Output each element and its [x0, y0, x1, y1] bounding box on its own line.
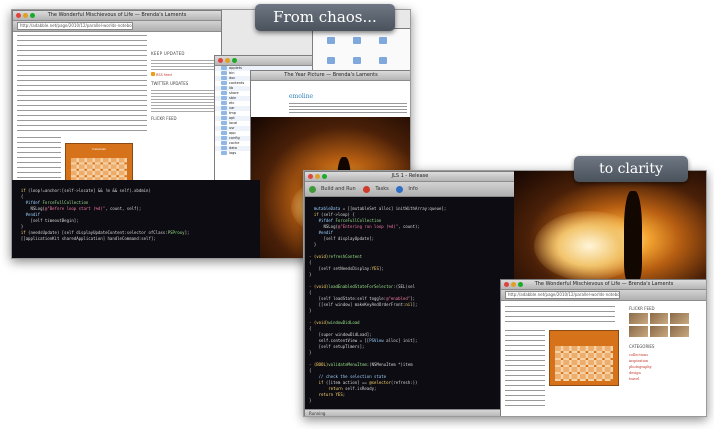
folder-icon [221, 101, 227, 105]
clarity-label: to clarity [574, 156, 688, 182]
folder-icon [221, 131, 227, 135]
xcode-titlebar: JLS 1 - Release [305, 172, 515, 182]
folder-icon [221, 121, 227, 125]
tasks-label[interactable]: Tasks [375, 186, 388, 192]
flickr-thumbnail[interactable] [670, 326, 689, 337]
flickr-thumbnail[interactable] [649, 313, 669, 324]
blog-browser-window-after: The Wonderful Mischievous of Life — Bren… [500, 279, 706, 416]
code-editor-after: mutableData = [[mutableSet alloc] initWi… [305, 198, 515, 414]
sidebar-text-2 [151, 88, 217, 112]
folder-icon [221, 146, 227, 150]
category-links: collections inspiration photography desi… [629, 352, 652, 382]
after-article-text-2 [505, 328, 545, 408]
after-calendar-image [549, 330, 619, 386]
sidebar-heading-flickr: FLICKR FEED [151, 116, 177, 121]
category-link[interactable]: travel [629, 376, 652, 382]
after-window-controls[interactable] [504, 282, 525, 289]
blog-article-text [17, 33, 147, 133]
xcode-statusbar: Running [305, 409, 515, 416]
info-label[interactable]: Info [408, 186, 417, 192]
after-sidebar: FLICKR FEED CATEGORIES collections inspi… [629, 306, 703, 414]
photo-site-text [289, 101, 407, 115]
build-run-label[interactable]: Build and Run [321, 186, 356, 192]
xcode-title: JLS 1 - Release [391, 173, 429, 179]
sidebar-heading-keep-updated: KEEP UPDATED [151, 51, 185, 56]
flickr-thumbnail[interactable] [629, 326, 648, 337]
folder-icon [221, 151, 227, 155]
after-address-bar[interactable]: http://adabble.net/page/2010/12/parallel… [505, 290, 621, 299]
folder-icon[interactable] [327, 37, 335, 44]
folder-icon [221, 111, 227, 115]
folder-icon[interactable] [353, 57, 361, 64]
after-browser-toolbar: http://adabble.net/page/2010/12/parallel… [501, 290, 706, 301]
finder-titlebar [215, 56, 317, 66]
info-icon[interactable] [396, 185, 404, 193]
folder-icon [221, 106, 227, 110]
blog-sidebar: KEEP UPDATED RSS feed TWITTER UPDATES FL… [151, 51, 217, 171]
blog-browser-titlebar: The Wonderful Mischievous of Life — Bren… [13, 11, 221, 21]
folder-icon [221, 96, 227, 100]
folder-icon [221, 141, 227, 145]
code-editor-before: if (loop!=anchor:[self->locate] && !m &&… [12, 180, 260, 258]
folder-icon[interactable] [379, 37, 387, 44]
xcode-window: JLS 1 - Release Build and Run Tasks Info… [304, 171, 516, 416]
folder-icon [221, 116, 227, 120]
folder-icon [221, 86, 227, 90]
sidebar-heading-twitter: TWITTER UPDATES [151, 81, 189, 86]
folder-icon [221, 136, 227, 140]
photo-site-titlebar: The Year Picture — Brenda's Laments [251, 71, 410, 81]
after-browser-titlebar: The Wonderful Mischievous of Life — Bren… [501, 280, 706, 290]
folder-icon [221, 71, 227, 75]
status-text: Running [309, 411, 326, 416]
runner-silhouette [624, 191, 642, 281]
address-bar[interactable]: http://adabble.net/page/2010/12/parallel… [17, 21, 134, 30]
flickr-thumbnails [629, 313, 689, 337]
after-calendar-grid [555, 346, 613, 381]
after-article-text [505, 304, 615, 324]
chaos-label: From chaos... [255, 4, 395, 31]
finder-window-controls[interactable] [218, 58, 239, 65]
folder-icon [221, 76, 227, 80]
folder-icon[interactable] [327, 57, 335, 64]
sidebar-text [151, 58, 217, 70]
window-controls[interactable] [16, 13, 37, 20]
folder-icon [221, 66, 227, 70]
after-screenshot: JLS 1 - Release Build and Run Tasks Info… [303, 170, 707, 417]
build-run-icon[interactable] [309, 185, 316, 193]
flickr-thumbnail[interactable] [629, 313, 648, 324]
folder-icon [221, 91, 227, 95]
flickr-thumbnail[interactable] [670, 313, 689, 324]
blog-browser-title: The Wonderful Mischievous of Life — Bren… [47, 12, 187, 18]
after-sidebar-heading-categories: CATEGORIES [629, 344, 655, 349]
xcode-toolbar: Build and Run Tasks Info [305, 182, 515, 197]
tasks-icon[interactable] [363, 185, 371, 193]
photo-site-heading: emoline [289, 93, 314, 100]
rss-icon [151, 72, 155, 76]
blog-browser-toolbar: http://adabble.net/page/2010/12/parallel… [13, 21, 221, 32]
calendar-title: Calendar [92, 146, 106, 151]
folder-icon [221, 126, 227, 130]
rss-link[interactable]: RSS feed [151, 72, 217, 77]
xcode-window-controls[interactable] [308, 174, 329, 181]
folder-icon[interactable] [379, 57, 387, 64]
after-sidebar-heading-flickr: FLICKR FEED [629, 306, 655, 311]
rss-label: RSS feed [156, 73, 172, 77]
folder-icon[interactable] [353, 37, 361, 44]
runner-photo-large [514, 171, 706, 289]
after-browser-title: The Wonderful Mischievous of Life — Bren… [534, 281, 674, 287]
folder-icon [221, 81, 227, 85]
flickr-thumbnail[interactable] [649, 326, 669, 337]
